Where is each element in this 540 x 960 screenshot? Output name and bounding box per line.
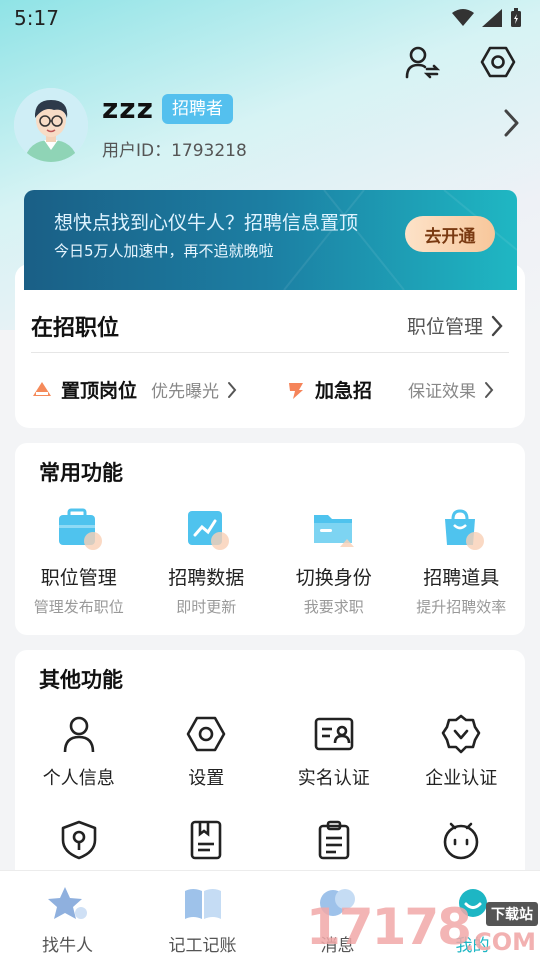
promo-subtitle: 今日5万人加速中，再不追就晚啦 [54,242,274,260]
settings-hex-icon [480,46,516,78]
common-item-recruit-data[interactable]: 招聘数据 即时更新 [143,507,271,617]
tab-find-talent[interactable]: 找牛人 [0,871,135,960]
switch-account-button[interactable] [402,42,442,82]
clipboard-icon [318,820,350,860]
lightning-icon [289,382,303,399]
chevron-right-icon [491,315,503,336]
common-item-label: 切换身份 [295,567,372,589]
status-time: 5:17 [14,6,59,30]
promo-activate-button[interactable]: 去开通 [405,216,495,252]
pin-top-icon [33,381,51,396]
badge-check-icon [441,714,481,754]
urgent-hire-button[interactable]: 加急招 保证效果 [285,376,494,403]
common-functions-card: 常用功能 职位管理 管理发布职位 招聘数据 即时更新 切换身份 我要求职 招聘道… [15,443,525,635]
other-functions-card: 其他功能 个人信息 设置 实名认证 企业认证 [15,650,525,890]
bag-icon [445,509,485,550]
avatar[interactable] [14,88,88,162]
pin-post-button[interactable]: 置顶岗位 优先曝光 [31,376,237,403]
job-management-label: 职位管理 [406,316,483,338]
promo-title: 想快点找到心仪牛人？招聘信息置顶 [54,212,359,234]
username: zzz [102,92,154,125]
status-bar: 5:17 [0,0,540,36]
common-item-label: 招聘道具 [423,567,500,589]
notebook-icon [190,820,222,860]
star-icon [47,887,87,919]
other-functions-heading: 其他功能 [39,668,123,692]
chevron-right-icon [485,381,494,398]
briefcase-icon [58,508,102,550]
other-item-personal-info[interactable]: 个人信息 [15,714,143,790]
tab-label: 记工记账 [168,936,237,956]
chevron-right-icon [228,381,237,398]
other-item-realname-verify[interactable]: 实名认证 [270,714,398,790]
common-functions-grid: 职位管理 管理发布职位 招聘数据 即时更新 切换身份 我要求职 招聘道具 提升招… [15,507,525,617]
common-item-label: 职位管理 [40,567,117,589]
common-item-sub: 即时更新 [176,598,237,616]
other-item-label: 设置 [188,768,225,789]
other-item-label: 实名认证 [297,768,370,789]
role-badge: 招聘者 [162,94,233,124]
tab-label: 找牛人 [42,936,93,956]
switch-user-icon [405,46,440,79]
book-icon [184,889,221,919]
promo-banner[interactable]: 想快点找到心仪牛人？招聘信息置顶 今日5万人加速中，再不追就晚啦 去开通 [24,190,517,290]
chart-icon [188,511,230,550]
tab-bookkeeping[interactable]: 记工记账 [135,871,270,960]
other-functions-row-1: 个人信息 设置 实名认证 企业认证 [15,714,525,790]
other-item-notebook[interactable] [143,820,271,860]
chevron-right-icon[interactable] [502,108,520,138]
divider [31,352,509,353]
wifi-icon [452,9,474,26]
common-functions-heading: 常用功能 [39,461,123,485]
common-item-sub: 我要求职 [303,598,364,616]
other-item-robot[interactable] [398,820,526,860]
common-item-sub: 管理发布职位 [33,598,124,616]
pin-post-sub: 优先曝光 [151,382,220,402]
other-item-security[interactable] [15,820,143,860]
other-functions-row-2 [15,820,525,860]
urgent-hire-title: 加急招 [315,380,373,402]
watermark-tag: 下载站 [486,902,538,926]
avatar-illustration-icon [14,88,88,162]
top-actions [402,42,518,82]
settings-icon [186,716,226,752]
urgent-hire-sub: 保证效果 [408,382,477,402]
profile-section[interactable]: zzz 招聘者 用户ID：1793218 [14,88,526,162]
common-item-label: 招聘数据 [168,567,245,589]
other-item-clipboard[interactable] [270,820,398,860]
common-item-sub: 提升招聘效率 [416,598,507,616]
other-item-company-verify[interactable]: 企业认证 [398,714,526,790]
job-management-link[interactable]: 职位管理 [407,312,503,339]
robot-icon [443,822,479,860]
status-icons [452,8,522,28]
common-item-recruit-tools[interactable]: 招聘道具 提升招聘效率 [398,507,526,617]
other-item-settings[interactable]: 设置 [143,714,271,790]
person-icon [63,716,95,753]
battery-icon [511,8,521,27]
signal-icon [482,9,502,27]
watermark-suffix: .COM [464,928,536,956]
shield-key-icon [61,820,97,860]
folder-icon [313,515,354,547]
common-item-switch-identity[interactable]: 切换身份 我要求职 [270,507,398,617]
user-id: 用户ID：1793218 [102,141,247,161]
pin-post-title: 置顶岗位 [61,380,138,402]
other-item-label: 个人信息 [42,768,115,789]
id-card-icon [314,717,354,751]
other-item-label: 企业认证 [425,768,498,789]
settings-button[interactable] [478,42,518,82]
watermark-number: 17178 [306,898,472,956]
jobs-title: 在招职位 [31,316,120,341]
watermark-logo: 17178 下载站 .COM [306,898,538,958]
common-item-job-management[interactable]: 职位管理 管理发布职位 [15,507,143,617]
